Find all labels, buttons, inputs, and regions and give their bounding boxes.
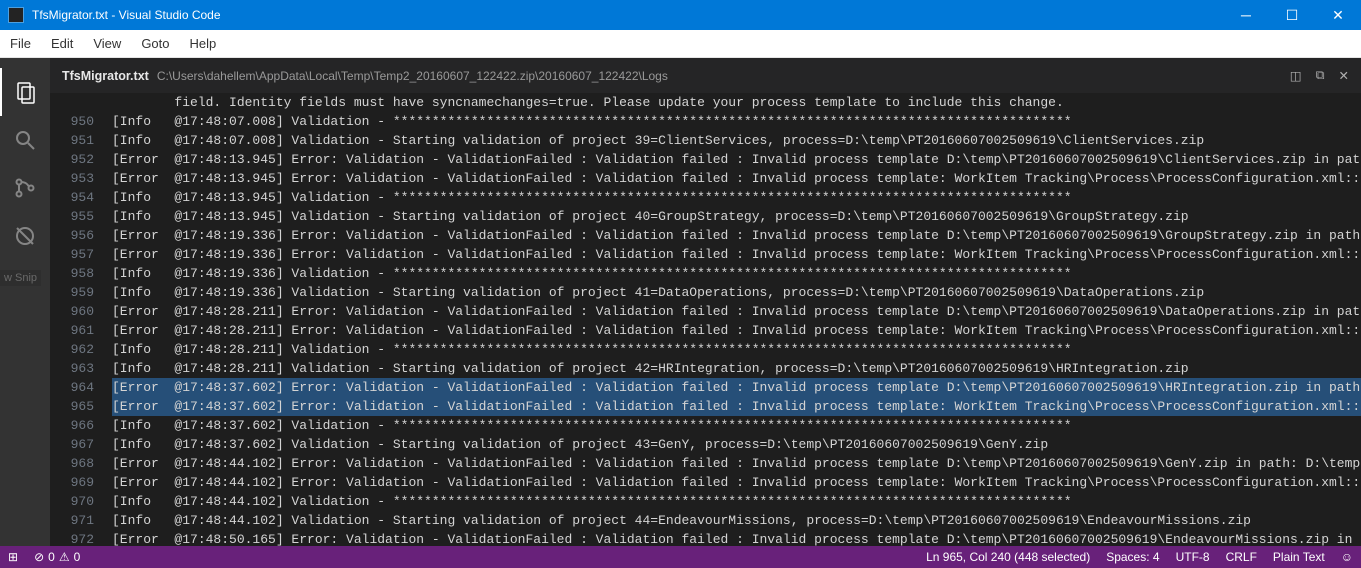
error-count: 0 bbox=[48, 550, 55, 564]
window-controls: ─ ☐ ✕ bbox=[1223, 0, 1361, 30]
code-line[interactable]: [Info @17:48:37.602] Validation - ******… bbox=[112, 416, 1361, 435]
menu-help[interactable]: Help bbox=[180, 30, 227, 57]
search-icon[interactable] bbox=[0, 116, 50, 164]
git-icon[interactable] bbox=[0, 164, 50, 212]
code-line[interactable]: [Error @17:48:44.102] Error: Validation … bbox=[112, 454, 1361, 473]
more-actions-icon[interactable]: ⧉ bbox=[1316, 68, 1325, 83]
menu-edit[interactable]: Edit bbox=[41, 30, 83, 57]
code-line[interactable]: [Info @17:48:44.102] Validation - Starti… bbox=[112, 511, 1361, 530]
line-number: 959 bbox=[50, 283, 94, 302]
line-number: 952 bbox=[50, 150, 94, 169]
code-line[interactable]: [Info @17:48:28.211] Validation - Starti… bbox=[112, 359, 1361, 378]
code-line[interactable]: [Info @17:48:07.008] Validation - Starti… bbox=[112, 131, 1361, 150]
line-number: 962 bbox=[50, 340, 94, 359]
menubar: File Edit View Goto Help bbox=[0, 30, 1361, 58]
menu-file[interactable]: File bbox=[0, 30, 41, 57]
line-number: 951 bbox=[50, 131, 94, 150]
tab-filename[interactable]: TfsMigrator.txt bbox=[62, 69, 149, 83]
code-line[interactable]: [Info @17:48:13.945] Validation - Starti… bbox=[112, 207, 1361, 226]
line-number: 967 bbox=[50, 435, 94, 454]
status-lncol[interactable]: Ln 965, Col 240 (448 selected) bbox=[926, 550, 1090, 564]
warning-icon: ⚠ bbox=[59, 550, 70, 564]
code-line[interactable]: [Info @17:48:19.336] Validation - Starti… bbox=[112, 283, 1361, 302]
tab-path: C:\Users\dahellem\AppData\Local\Temp\Tem… bbox=[157, 69, 668, 83]
line-number: 954 bbox=[50, 188, 94, 207]
editor-area: TfsMigrator.txt C:\Users\dahellem\AppDat… bbox=[50, 58, 1361, 546]
code-line[interactable]: [Info @17:48:07.008] Validation - ******… bbox=[112, 112, 1361, 131]
menu-goto[interactable]: Goto bbox=[131, 30, 179, 57]
status-problems[interactable]: ⊘ 0 ⚠ 0 bbox=[34, 550, 80, 564]
line-number: 958 bbox=[50, 264, 94, 283]
code-line[interactable]: [Error @17:48:50.165] Error: Validation … bbox=[112, 530, 1361, 546]
tab-bar: TfsMigrator.txt C:\Users\dahellem\AppDat… bbox=[50, 58, 1361, 93]
error-icon: ⊘ bbox=[34, 550, 44, 564]
app-icon bbox=[8, 7, 24, 23]
status-encoding[interactable]: UTF-8 bbox=[1176, 550, 1210, 564]
code-lines[interactable]: field. Identity fields must have syncnam… bbox=[112, 93, 1361, 546]
status-open-remote[interactable]: ⊞ bbox=[8, 550, 18, 564]
code-line[interactable]: [Error @17:48:19.336] Error: Validation … bbox=[112, 245, 1361, 264]
code-line[interactable]: [Info @17:48:37.602] Validation - Starti… bbox=[112, 435, 1361, 454]
line-number: 965 bbox=[50, 397, 94, 416]
line-number-gutter: 9509519529539549559569579589599609619629… bbox=[50, 93, 112, 546]
code-line[interactable]: [Info @17:48:44.102] Validation - ******… bbox=[112, 492, 1361, 511]
code-line[interactable]: [Error @17:48:13.945] Error: Validation … bbox=[112, 150, 1361, 169]
code-line[interactable]: [Error @17:48:37.602] Error: Validation … bbox=[112, 397, 1361, 416]
status-spaces[interactable]: Spaces: 4 bbox=[1106, 550, 1159, 564]
line-number: 964 bbox=[50, 378, 94, 397]
activity-bar bbox=[0, 58, 50, 546]
code-line[interactable]: [Error @17:48:44.102] Error: Validation … bbox=[112, 473, 1361, 492]
status-bar: ⊞ ⊘ 0 ⚠ 0 Ln 965, Col 240 (448 selected)… bbox=[0, 546, 1361, 568]
code-line[interactable]: [Error @17:48:13.945] Error: Validation … bbox=[112, 169, 1361, 188]
code-line[interactable]: [Info @17:48:13.945] Validation - ******… bbox=[112, 188, 1361, 207]
code-line[interactable]: [Error @17:48:19.336] Error: Validation … bbox=[112, 226, 1361, 245]
line-number: 955 bbox=[50, 207, 94, 226]
line-number: 960 bbox=[50, 302, 94, 321]
split-editor-icon[interactable]: ◫ bbox=[1290, 68, 1302, 83]
maximize-button[interactable]: ☐ bbox=[1269, 0, 1315, 30]
code-line[interactable]: [Error @17:48:28.211] Error: Validation … bbox=[112, 321, 1361, 340]
close-button[interactable]: ✕ bbox=[1315, 0, 1361, 30]
code-line[interactable]: [Info @17:48:28.211] Validation - ******… bbox=[112, 340, 1361, 359]
line-number: 956 bbox=[50, 226, 94, 245]
code-line[interactable]: [Info @17:48:19.336] Validation - ******… bbox=[112, 264, 1361, 283]
line-number: 953 bbox=[50, 169, 94, 188]
line-number: 970 bbox=[50, 492, 94, 511]
debug-icon[interactable] bbox=[0, 212, 50, 260]
menu-view[interactable]: View bbox=[83, 30, 131, 57]
warning-count: 0 bbox=[74, 550, 81, 564]
line-number: 950 bbox=[50, 112, 94, 131]
line-number: 966 bbox=[50, 416, 94, 435]
line-number: 957 bbox=[50, 245, 94, 264]
close-tab-icon[interactable]: ✕ bbox=[1339, 68, 1349, 83]
line-number: 969 bbox=[50, 473, 94, 492]
status-feedback-icon[interactable]: ☺ bbox=[1341, 550, 1353, 564]
line-number: 963 bbox=[50, 359, 94, 378]
window-title: TfsMigrator.txt - Visual Studio Code bbox=[32, 8, 1223, 22]
status-language[interactable]: Plain Text bbox=[1273, 550, 1325, 564]
status-eol[interactable]: CRLF bbox=[1226, 550, 1257, 564]
titlebar[interactable]: TfsMigrator.txt - Visual Studio Code ─ ☐… bbox=[0, 0, 1361, 30]
code-line[interactable]: [Error @17:48:37.602] Error: Validation … bbox=[112, 378, 1361, 397]
code-line[interactable]: [Error @17:48:28.211] Error: Validation … bbox=[112, 302, 1361, 321]
line-number: 971 bbox=[50, 511, 94, 530]
line-number: 972 bbox=[50, 530, 94, 546]
code-line[interactable]: field. Identity fields must have syncnam… bbox=[112, 93, 1361, 112]
explorer-icon[interactable] bbox=[0, 68, 50, 116]
line-number: 961 bbox=[50, 321, 94, 340]
editor-content[interactable]: 9509519529539549559569579589599609619629… bbox=[50, 93, 1361, 546]
minimize-button[interactable]: ─ bbox=[1223, 0, 1269, 30]
line-number: 968 bbox=[50, 454, 94, 473]
